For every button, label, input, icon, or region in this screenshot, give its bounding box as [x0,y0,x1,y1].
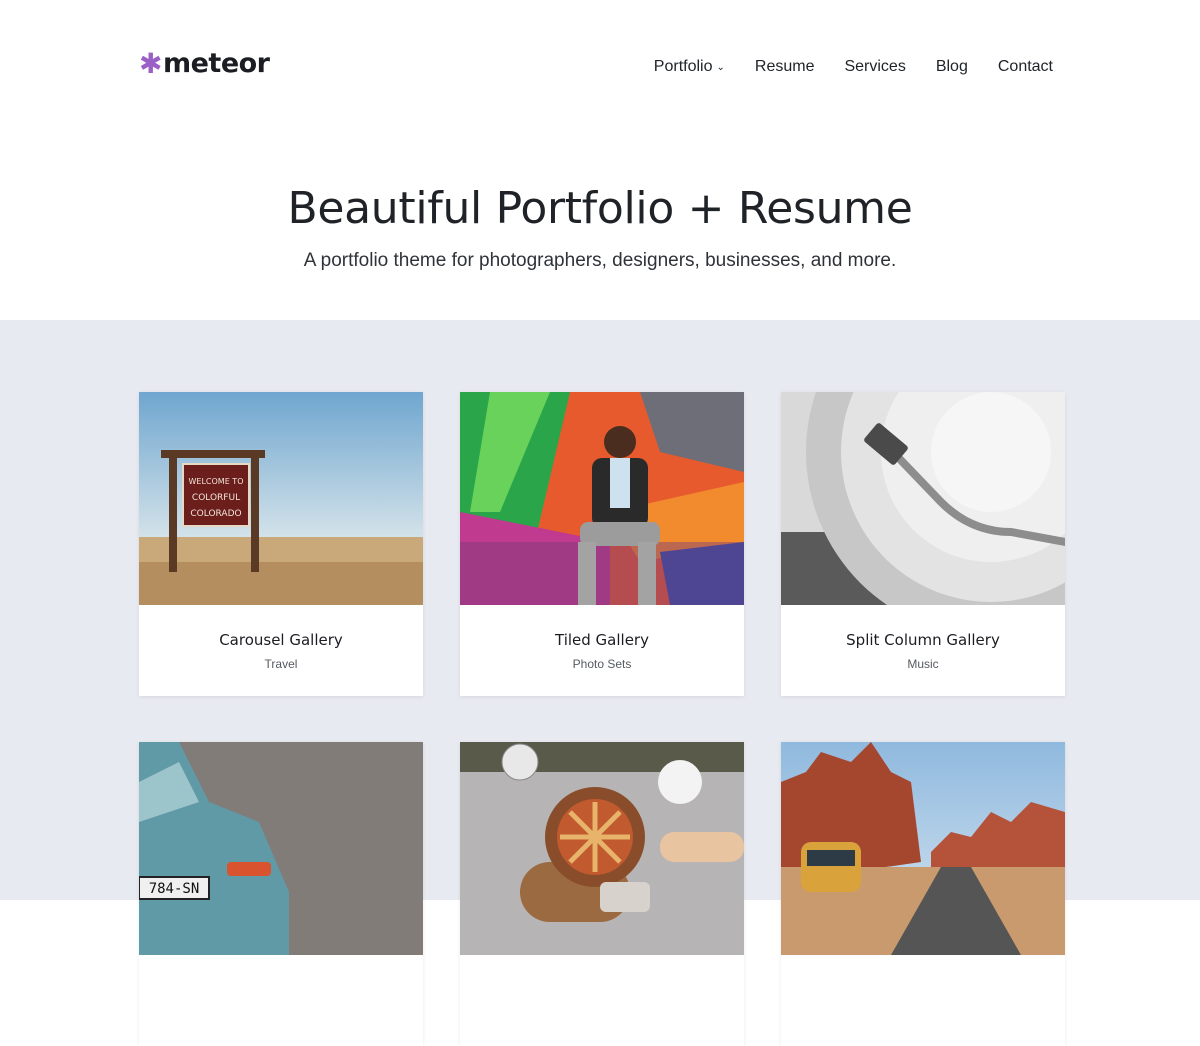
card-image[interactable]: WELCOME TO COLORFUL COLORADO [139,392,423,605]
portfolio-card[interactable] [781,742,1065,1046]
nav-item-resume[interactable]: Resume [755,58,815,76]
sign-line-3: COLORADO [190,509,241,519]
hero-title: Beautiful Portfolio + Resume [287,183,913,234]
portfolio-card[interactable]: Tiled Gallery Photo Sets [460,392,744,696]
portfolio-grid: WELCOME TO COLORFUL COLORADO Carousel Ga… [139,392,1065,1046]
chevron-down-icon: ⌄ [716,61,725,73]
nav-item-contact[interactable]: Contact [998,58,1053,76]
card-image[interactable] [781,392,1065,605]
nav-item-label: Contact [997,58,1053,75]
asterisk-icon: ✱ [139,46,162,80]
card-image[interactable] [460,392,744,605]
hero-subtitle: A portfolio theme for photographers, des… [303,250,897,271]
portfolio-section: WELCOME TO COLORFUL COLORADO Carousel Ga… [0,320,1200,1046]
card-category[interactable]: Music [781,657,1065,671]
card-category[interactable]: Travel [139,657,423,671]
portfolio-card[interactable]: WELCOME TO COLORFUL COLORADO Carousel Ga… [139,392,423,696]
sign-line-2: COLORFUL [192,493,240,503]
nav-item-label: Blog [935,58,968,75]
site-header: ✱ meteor Portfolio ⌄ Resume Services Blo… [0,0,1200,320]
nav-item-label: Resume [754,58,815,75]
logo-text: meteor [162,48,270,79]
site-logo[interactable]: ✱ meteor [139,48,270,79]
card-image[interactable] [460,742,744,955]
sign-line-1: WELCOME TO [189,477,244,486]
nav-item-services[interactable]: Services [844,58,905,76]
card-image[interactable] [781,742,1065,955]
card-category[interactable]: Photo Sets [460,657,744,671]
nav-item-label: Portfolio [653,58,713,75]
card-title[interactable]: Split Column Gallery [781,631,1065,649]
license-plate: 784-SN [149,881,200,897]
card-image[interactable]: 784-SN [139,742,423,955]
portfolio-card[interactable]: 784-SN [139,742,423,1046]
main-nav: Portfolio ⌄ Resume Services Blog Contact [654,58,1053,76]
portfolio-card[interactable] [460,742,744,1046]
nav-item-label: Services [844,58,906,75]
card-title[interactable]: Tiled Gallery [460,631,744,649]
nav-item-portfolio[interactable]: Portfolio ⌄ [654,58,725,76]
card-title[interactable]: Carousel Gallery [139,631,423,649]
portfolio-card[interactable]: Split Column Gallery Music [781,392,1065,696]
nav-item-blog[interactable]: Blog [936,58,968,76]
